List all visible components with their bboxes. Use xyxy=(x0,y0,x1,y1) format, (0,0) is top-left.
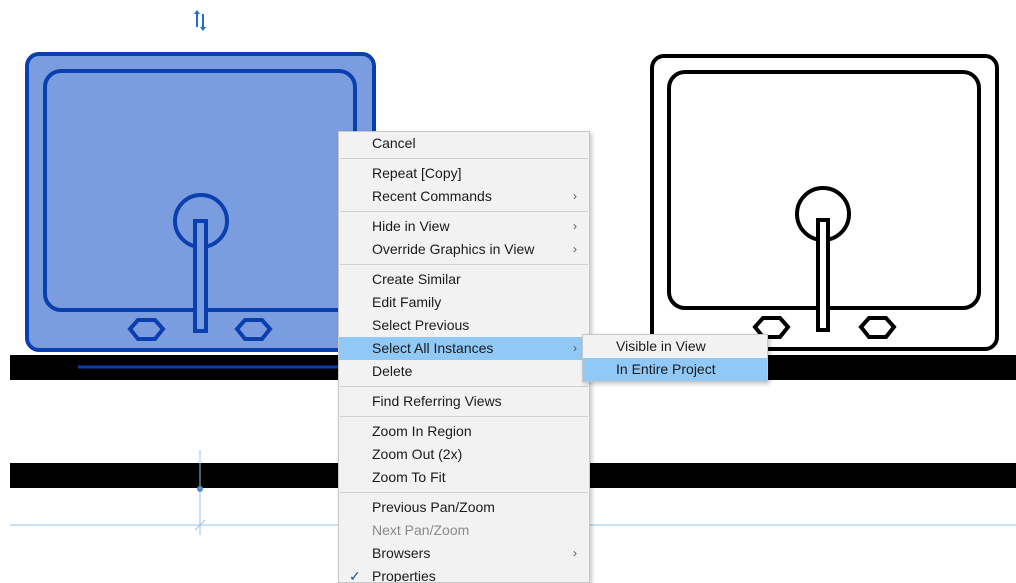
chevron-right-icon: › xyxy=(573,219,577,233)
flip-arrows-icon[interactable] xyxy=(194,10,206,31)
menu-item-override-graphics-in-view[interactable]: Override Graphics in View › xyxy=(339,238,589,261)
context-menu: Cancel Repeat [Copy] Recent Commands › Hide … xyxy=(338,131,590,583)
selected-sink-fixture[interactable] xyxy=(25,52,376,352)
menu-item-select-previous[interactable]: Select Previous xyxy=(339,314,589,337)
menu-item-label: Repeat [Copy] xyxy=(372,165,462,181)
menu-item-label: Hide in View xyxy=(372,218,450,234)
menu-item-in-entire-project[interactable]: In Entire Project xyxy=(583,358,767,381)
menu-item-delete[interactable]: Delete xyxy=(339,360,589,383)
menu-item-zoom-in-region[interactable]: Zoom In Region xyxy=(339,420,589,443)
sink-fixture[interactable] xyxy=(650,54,999,351)
menu-item-label: Zoom In Region xyxy=(372,423,472,439)
menu-item-label: Edit Family xyxy=(372,294,442,310)
menu-item-label: Select All Instances xyxy=(372,340,494,356)
menu-item-label: Find Referring Views xyxy=(372,393,502,409)
menu-item-cancel[interactable]: Cancel xyxy=(339,132,589,155)
chevron-right-icon: › xyxy=(573,189,577,203)
menu-item-properties[interactable]: ✓ Properties xyxy=(339,565,589,583)
menu-item-label: Override Graphics in View xyxy=(372,241,535,257)
menu-item-edit-family[interactable]: Edit Family xyxy=(339,291,589,314)
chevron-right-icon: › xyxy=(573,242,577,256)
menu-item-hide-in-view[interactable]: Hide in View › xyxy=(339,215,589,238)
menu-item-browsers[interactable]: Browsers › xyxy=(339,542,589,565)
menu-separator xyxy=(340,211,588,212)
menu-item-label: Previous Pan/Zoom xyxy=(372,499,495,515)
menu-item-visible-in-view[interactable]: Visible in View xyxy=(583,335,767,358)
menu-separator xyxy=(340,416,588,417)
menu-item-label: Cancel xyxy=(372,135,416,151)
menu-item-repeat-copy[interactable]: Repeat [Copy] xyxy=(339,162,589,185)
menu-item-label: Browsers xyxy=(372,545,431,561)
menu-item-recent-commands[interactable]: Recent Commands › xyxy=(339,185,589,208)
menu-separator xyxy=(340,492,588,493)
menu-item-previous-pan-zoom[interactable]: Previous Pan/Zoom xyxy=(339,496,589,519)
menu-item-zoom-out-2x[interactable]: Zoom Out (2x) xyxy=(339,443,589,466)
menu-separator xyxy=(340,386,588,387)
menu-item-label: Zoom To Fit xyxy=(372,469,446,485)
menu-item-zoom-to-fit[interactable]: Zoom To Fit xyxy=(339,466,589,489)
menu-item-label: In Entire Project xyxy=(616,361,716,377)
chevron-right-icon: › xyxy=(573,341,577,355)
menu-item-label: Create Similar xyxy=(372,271,461,287)
reference-point xyxy=(197,486,203,492)
menu-item-label: Recent Commands xyxy=(372,188,492,204)
menu-item-label: Visible in View xyxy=(616,338,706,354)
menu-item-create-similar[interactable]: Create Similar xyxy=(339,268,589,291)
chevron-right-icon: › xyxy=(573,546,577,560)
menu-item-select-all-instances[interactable]: Select All Instances › xyxy=(339,337,589,360)
select-all-instances-submenu: Visible in View In Entire Project xyxy=(582,334,768,382)
menu-item-label: Next Pan/Zoom xyxy=(372,522,470,538)
menu-item-find-referring-views[interactable]: Find Referring Views xyxy=(339,390,589,413)
menu-item-label: Delete xyxy=(372,363,413,379)
menu-separator xyxy=(340,158,588,159)
menu-item-next-pan-zoom: Next Pan/Zoom xyxy=(339,519,589,542)
check-icon: ✓ xyxy=(349,568,361,583)
menu-item-label: Zoom Out (2x) xyxy=(372,446,463,462)
menu-separator xyxy=(340,264,588,265)
menu-item-label: Select Previous xyxy=(372,317,470,333)
